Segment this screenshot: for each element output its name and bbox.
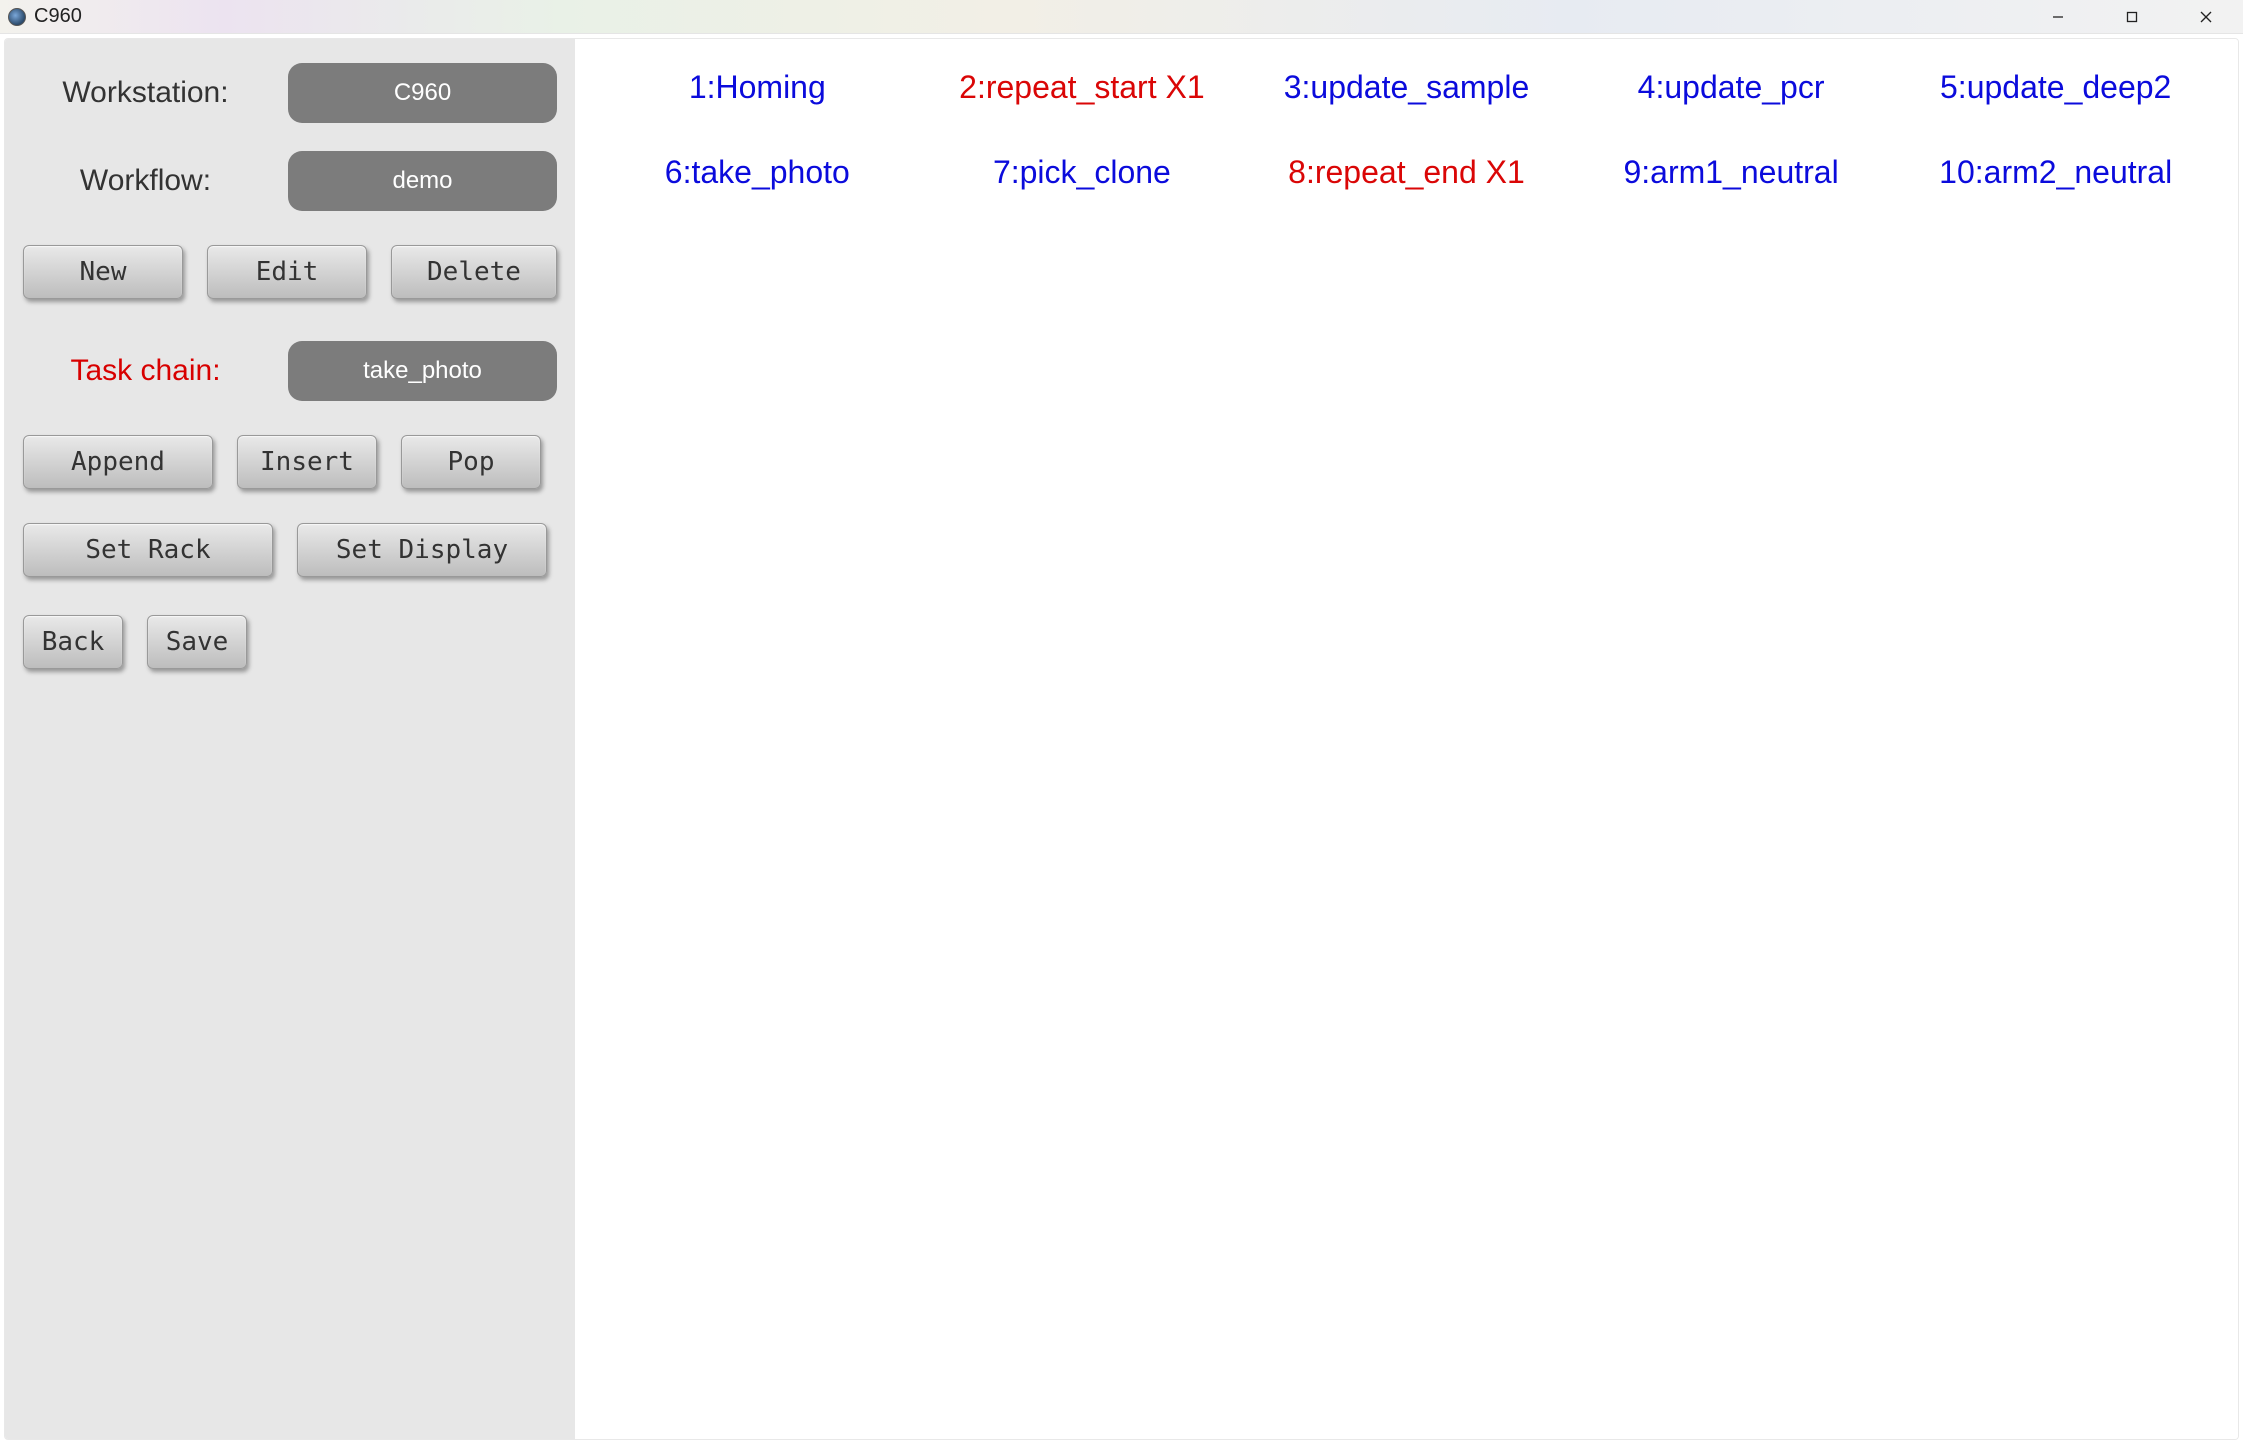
workflow-row: Workflow: demo xyxy=(23,151,557,211)
set-display-button[interactable]: Set Display xyxy=(297,523,547,577)
save-button[interactable]: Save xyxy=(147,615,247,669)
insert-button[interactable]: Insert xyxy=(237,435,377,489)
workflow-label: Workflow: xyxy=(23,164,268,198)
task-list: 1:Homing2:repeat_start X13:update_sample… xyxy=(595,69,2218,191)
app-icon xyxy=(8,8,26,26)
main-panel: 1:Homing2:repeat_start X13:update_sample… xyxy=(575,39,2238,1439)
workflow-select[interactable]: demo xyxy=(288,151,557,211)
nav-actions: Back Save xyxy=(23,615,557,669)
task-item[interactable]: 10:arm2_neutral xyxy=(1893,154,2218,191)
workstation-row: Workstation: C960 xyxy=(23,63,557,123)
append-button[interactable]: Append xyxy=(23,435,213,489)
close-button[interactable] xyxy=(2169,0,2243,34)
taskchain-select[interactable]: take_photo xyxy=(288,341,557,401)
task-item[interactable]: 8:repeat_end X1 xyxy=(1244,154,1569,191)
taskchain-actions: Append Insert Pop xyxy=(23,435,557,489)
task-item[interactable]: 5:update_deep2 xyxy=(1893,69,2218,106)
task-item[interactable]: 3:update_sample xyxy=(1244,69,1569,106)
body: Workstation: C960 Workflow: demo New Edi… xyxy=(4,38,2239,1440)
edit-button[interactable]: Edit xyxy=(207,245,367,299)
sidebar: Workstation: C960 Workflow: demo New Edi… xyxy=(5,39,575,1439)
back-button[interactable]: Back xyxy=(23,615,123,669)
new-button[interactable]: New xyxy=(23,245,183,299)
workflow-actions: New Edit Delete xyxy=(23,245,557,299)
delete-button[interactable]: Delete xyxy=(391,245,557,299)
window-title: C960 xyxy=(34,5,82,28)
task-item[interactable]: 6:take_photo xyxy=(595,154,920,191)
task-item[interactable]: 7:pick_clone xyxy=(920,154,1245,191)
taskchain-label: Task chain: xyxy=(23,354,268,388)
task-item[interactable]: 2:repeat_start X1 xyxy=(920,69,1245,106)
minimize-button[interactable] xyxy=(2021,0,2095,34)
maximize-button[interactable] xyxy=(2095,0,2169,34)
pop-button[interactable]: Pop xyxy=(401,435,541,489)
set-actions: Set Rack Set Display xyxy=(23,523,557,577)
set-rack-button[interactable]: Set Rack xyxy=(23,523,273,577)
taskchain-row: Task chain: take_photo xyxy=(23,341,557,401)
workstation-label: Workstation: xyxy=(23,76,268,110)
titlebar: C960 xyxy=(0,0,2243,34)
workstation-select[interactable]: C960 xyxy=(288,63,557,123)
task-item[interactable]: 1:Homing xyxy=(595,69,920,106)
task-item[interactable]: 9:arm1_neutral xyxy=(1569,154,1894,191)
app-window: C960 Workstation: C960 Workflow: demo Ne… xyxy=(0,0,2243,1444)
task-item[interactable]: 4:update_pcr xyxy=(1569,69,1894,106)
